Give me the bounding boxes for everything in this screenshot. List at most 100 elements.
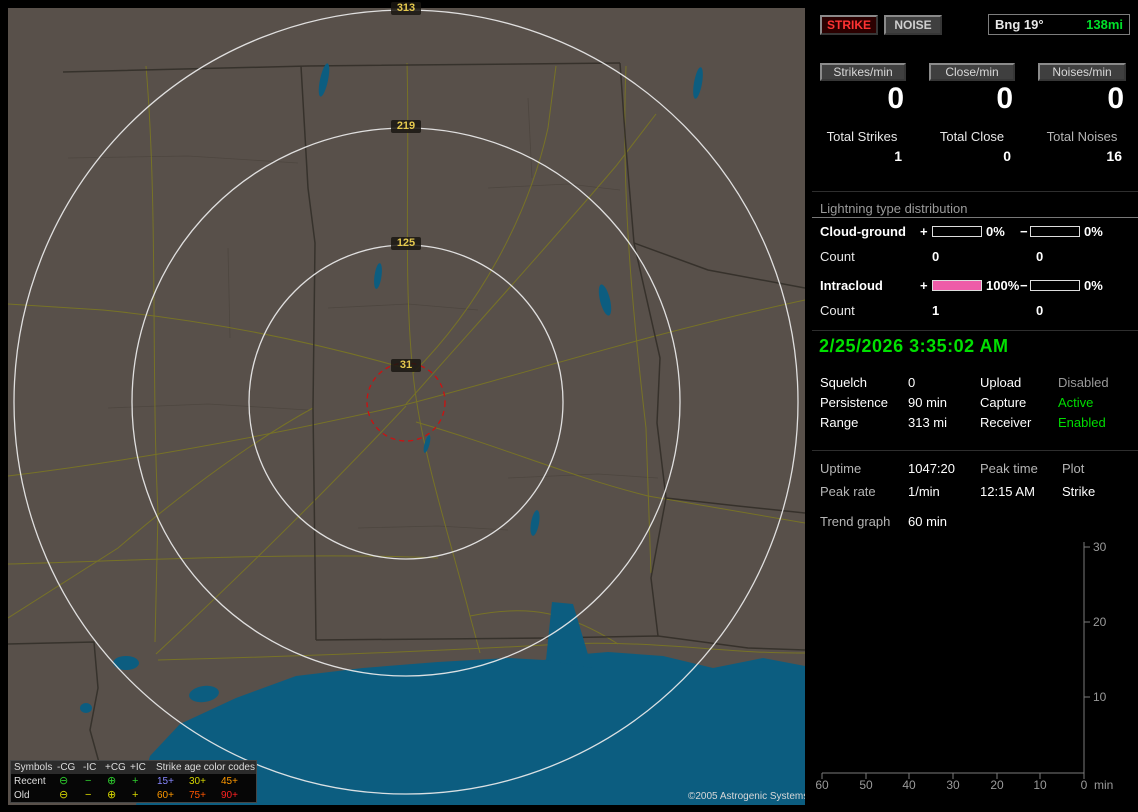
uptime-value: 1047:20 [908,461,955,476]
intracloud-label: Intracloud [820,278,883,293]
persistence-value: 90 min [908,395,948,410]
x-tick-10: 10 [1033,778,1047,792]
settings-row: Range 313 mi Receiver Enabled [820,415,1138,431]
squelch-value: 0 [908,375,916,390]
receiver-label: Receiver [980,415,1032,430]
cg-plus-percent: 0% [986,224,1005,239]
total-close-value: 0 [1003,148,1011,164]
uptime-label: Uptime [820,461,862,476]
trend-graph-label: Trend graph [820,514,891,529]
cg-minus-bar [1030,226,1080,237]
upload-status: Disabled [1058,375,1109,390]
peak-time-label: Peak time [980,461,1038,476]
age-90: 90+ [221,790,238,801]
strikes-per-min-value: 0 [887,82,904,115]
bearing-value: Bng 19° [995,17,1044,32]
distance-value: 138mi [1086,17,1123,32]
close-per-min-value: 0 [996,82,1013,115]
capture-status: Active [1058,395,1094,410]
legend-old-label: Old [14,790,30,801]
strike-toggle-button[interactable]: STRIKE [820,15,878,35]
recent-pic-icon: + [132,775,139,787]
legend-col-ncg: -CG [57,762,76,773]
recent-ncg-icon: ⊖ [59,775,69,787]
nexstorm-app: { "colors": { "accent_green": "#00dd00",… [0,0,1138,812]
cloud-ground-label: Cloud-ground [820,224,906,239]
copyright-text: ©2005 Astrogenic Systems [688,791,805,802]
range-ring-label-31: 31 [391,359,421,372]
cg-minus-count: 0 [1036,249,1044,264]
legend-recent-label: Recent [14,776,46,787]
range-value: 313 mi [908,415,948,430]
bearing-distance-readout: Bng 19° 138mi [988,14,1130,35]
ic-minus-percent: 0% [1084,278,1103,293]
recent-nic-icon: − [85,775,92,787]
divider [812,450,1138,451]
legend-symbols-header: Symbols [14,762,53,773]
range-ring-label-313: 313 [391,2,421,15]
divider [812,191,1138,192]
intracloud-count-row: Count 1 0 [820,303,1138,319]
plot-label: Plot [1062,461,1085,476]
range-label: Range [820,415,859,430]
count-label: Count [820,249,855,264]
total-noises-value: 16 [1106,148,1122,164]
upload-label: Upload [980,375,1022,390]
age-75: 75+ [189,790,206,801]
legend-age-header: Strike age color codes [156,762,255,773]
cloud-ground-count-row: Count 0 0 [820,249,1138,265]
stats-row: Peak rate 1/min 12:15 AM Strike [820,484,1138,500]
plus-sign: + [920,278,928,293]
range-ring-label-219: 219 [391,120,421,133]
y-tick-30: 30 [1093,540,1107,554]
settings-row: Persistence 90 min Capture Active [820,395,1138,411]
peak-rate-value: 1/min [908,484,940,499]
x-axis-unit: min [1094,778,1113,792]
close-per-min-button[interactable]: Close/min [929,63,1015,81]
peak-rate-label: Peak rate [820,484,876,499]
status-panel: STRIKE NOISE Bng 19° 138mi Strikes/min C… [812,0,1138,812]
divider [812,330,1138,331]
cg-minus-percent: 0% [1084,224,1103,239]
minus-sign: − [1020,278,1028,293]
trend-graph-period: 60 min [908,514,948,529]
legend-col-pcg: +CG [105,762,126,773]
age-45: 45+ [221,776,238,787]
persistence-label: Persistence [820,395,888,410]
recent-pcg-icon: ⊕ [107,775,117,787]
strikes-per-min-button[interactable]: Strikes/min [820,63,906,81]
minus-sign: − [1020,224,1028,239]
old-pic-icon: + [132,789,139,801]
stats-row: Uptime 1047:20 Peak time Plot [820,461,1138,477]
ic-plus-bar [932,280,982,291]
total-strikes-value: 1 [894,148,902,164]
age-15: 15+ [157,776,174,787]
legend-col-pic: +IC [130,762,146,773]
y-tick-20: 20 [1093,615,1107,629]
receiver-status: Enabled [1058,415,1106,430]
ic-plus-bar-fill [933,281,981,290]
distribution-title: Lightning type distribution [820,201,968,216]
old-nic-icon: − [85,789,92,801]
plot-value: Strike [1062,484,1096,499]
plus-sign: + [920,224,928,239]
x-tick-20: 20 [990,778,1004,792]
x-tick-60: 60 [815,778,829,792]
ic-plus-percent: 100% [986,278,1020,293]
cg-plus-count: 0 [932,249,940,264]
noises-per-min-button[interactable]: Noises/min [1038,63,1126,81]
ic-minus-bar [1030,280,1080,291]
legend-col-nic: -IC [83,762,97,773]
old-ncg-icon: ⊖ [59,789,69,801]
x-tick-0: 0 [1081,778,1088,792]
ic-plus-count: 1 [932,303,940,318]
noise-toggle-button[interactable]: NOISE [884,15,942,35]
old-pcg-icon: ⊕ [107,789,117,801]
peak-time-value: 12:15 AM [980,484,1035,499]
trend-graph: 30 20 10 60 50 40 30 20 10 0 min [815,540,1113,792]
range-ring-label-125: 125 [391,237,421,250]
datetime-display: 2/25/2026 3:35:02 AM [819,336,1009,356]
distribution-underline [812,217,1138,218]
cg-plus-bar [932,226,982,237]
intracloud-row: Intracloud + 100% − 0% [820,278,1138,294]
